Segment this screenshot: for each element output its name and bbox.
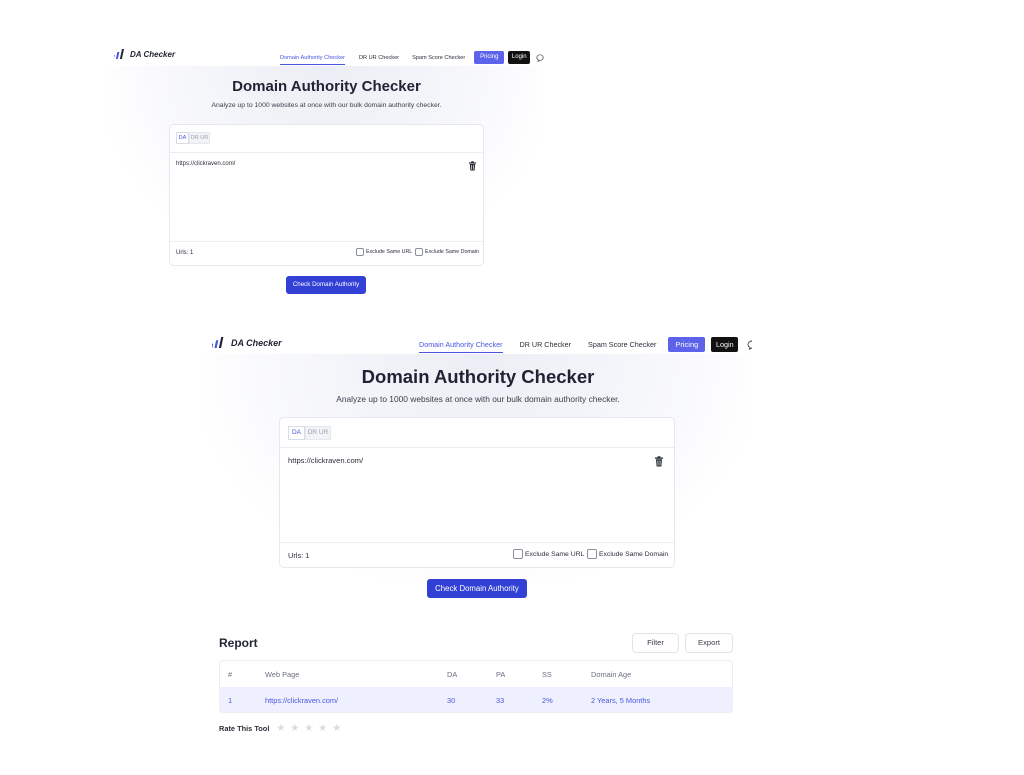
star-icon[interactable]: ★ [318,723,327,734]
page-subtitle: Analyze up to 1000 websites at once with… [211,102,442,109]
exclude-same-domain-checkbox[interactable] [415,248,423,256]
login-button[interactable]: Login [711,337,739,352]
nav-dr-ur-checker[interactable]: DR UR Checker [359,55,399,61]
row-da: 30 [447,696,456,705]
rate-this-tool: Rate This Tool ★ ★ ★ ★ ★ [219,723,346,734]
col-domain-age: Domain Age [591,670,632,679]
star-icon[interactable]: ★ [304,723,313,734]
exclude-same-url-option[interactable]: Exclude Same URL [356,248,412,256]
logo[interactable]: DA Checker [114,49,175,59]
nav-domain-authority-checker[interactable]: Domain Authority Checker [419,340,503,353]
url-textarea[interactable]: https://clickraven.com/ [176,161,235,167]
exclude-same-domain-checkbox[interactable] [587,549,597,559]
nav-domain-authority-checker[interactable]: Domain Authority Checker [280,55,345,65]
star-rating[interactable]: ★ ★ ★ ★ ★ [276,723,346,734]
checker-card: DA DR UR https://clickraven.com/ Urls: 1… [169,124,484,266]
tab-da[interactable]: DA [176,132,189,144]
trash-icon[interactable] [654,456,664,467]
filter-button[interactable]: Filter [632,633,679,653]
tab-dr-ur[interactable]: DR UR [305,426,331,440]
rate-label: Rate This Tool [219,724,270,733]
table-row[interactable]: 1 https://clickraven.com/ 30 33 2% 2 Yea… [220,687,732,712]
chat-bubble-icon[interactable] [747,340,752,350]
row-index: 1 [228,696,233,705]
urls-count: Urls: 1 [288,551,310,560]
col-da: DA [447,670,458,679]
login-button[interactable]: Login [508,51,531,64]
nav-links: Domain Authority Checker DR UR Checker S… [419,337,752,353]
url-textarea[interactable]: https://clickraven.com/ [288,456,363,465]
nav-links: Domain Authority Checker DR UR Checker S… [280,51,544,65]
star-icon[interactable]: ★ [290,723,299,734]
col-pa: PA [496,670,506,679]
urls-count: Urls: 1 [176,250,194,256]
pricing-button[interactable]: Pricing [474,51,505,64]
row-web-page-link[interactable]: https://clickraven.com/ [265,696,338,705]
card-footer-divider [170,241,483,242]
exclude-same-domain-option[interactable]: Exclude Same Domain [415,248,479,256]
navbar: DA Checker Domain Authority Checker DR U… [108,44,545,66]
bar-chart-logo-icon [114,49,124,59]
large-screenshot: DA Checker Domain Authority Checker DR U… [204,330,752,740]
card-divider [280,447,674,448]
small-screenshot: DA Checker Domain Authority Checker DR U… [108,44,545,302]
table-header: # Web Page DA PA SS Domain Age [220,661,732,687]
exclude-same-url-checkbox[interactable] [356,248,364,256]
bar-chart-logo-icon [212,337,224,348]
check-domain-authority-button[interactable]: Check Domain Authority [286,276,366,294]
report-table: # Web Page DA PA SS Domain Age 1 https:/… [219,660,733,713]
logo[interactable]: DA Checker [212,337,282,348]
card-divider [170,152,483,153]
checker-card: DA DR UR https://clickraven.com/ Urls: 1… [279,417,675,568]
checker-tabs: DA DR UR [176,132,210,144]
trash-icon[interactable] [468,161,477,171]
star-icon[interactable]: ★ [332,723,341,734]
col-web-page: Web Page [265,670,300,679]
report-title: Report [219,636,258,650]
page-title: Domain Authority Checker [232,78,421,95]
export-button[interactable]: Export [685,633,733,653]
card-footer-divider [280,542,674,543]
nav-spam-score-checker[interactable]: Spam Score Checker [412,55,465,61]
exclude-same-domain-option[interactable]: Exclude Same Domain [587,549,668,559]
checker-tabs: DA DR UR [288,426,331,440]
pricing-button[interactable]: Pricing [668,337,706,352]
exclude-same-url-label: Exclude Same URL [525,550,585,558]
exclude-same-domain-label: Exclude Same Domain [599,550,669,558]
col-index: # [228,670,233,679]
tab-dr-ur[interactable]: DR UR [189,132,210,144]
check-domain-authority-button[interactable]: Check Domain Authority [427,579,527,598]
logo-text: DA Checker [130,49,176,59]
exclude-same-url-option[interactable]: Exclude Same URL [513,549,584,559]
nav-dr-ur-checker[interactable]: DR UR Checker [520,340,572,349]
exclude-same-url-label: Exclude Same URL [366,249,413,255]
row-ss: 2% [542,696,553,705]
navbar: DA Checker Domain Authority Checker DR U… [204,330,752,354]
page-subtitle: Analyze up to 1000 websites at once with… [336,394,620,404]
chat-bubble-icon[interactable] [536,53,544,62]
exclude-same-url-checkbox[interactable] [513,549,523,559]
page-title: Domain Authority Checker [361,366,595,387]
tab-da[interactable]: DA [288,426,305,440]
logo-text: DA Checker [231,337,282,348]
col-ss: SS [542,670,552,679]
row-domain-age: 2 Years, 5 Months [591,696,651,705]
exclude-same-domain-label: Exclude Same Domain [425,249,479,255]
row-pa: 33 [496,696,505,705]
nav-spam-score-checker[interactable]: Spam Score Checker [588,340,656,349]
star-icon[interactable]: ★ [276,723,285,734]
